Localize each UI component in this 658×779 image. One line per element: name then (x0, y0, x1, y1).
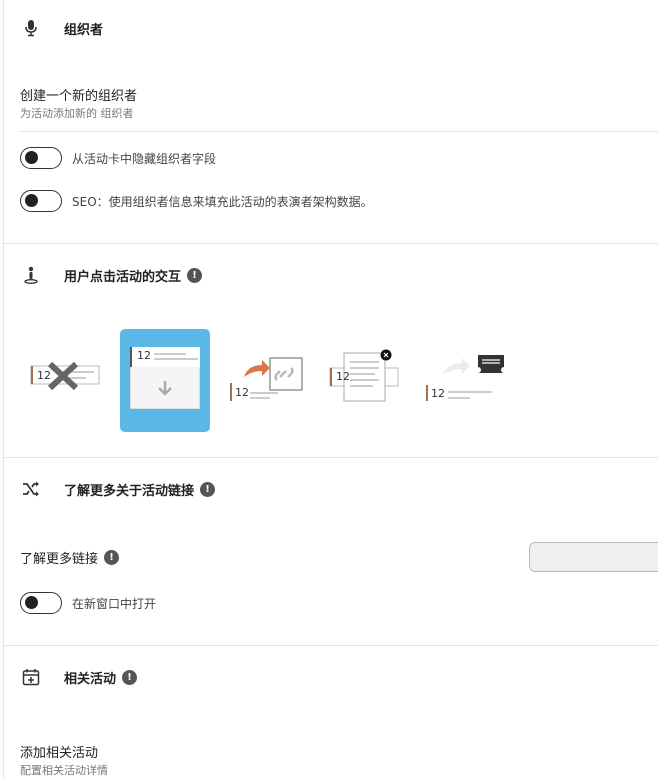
interaction-option-ticket[interactable]: 12 (424, 353, 508, 403)
seo-organizer-toggle[interactable] (20, 190, 62, 212)
section-divider (4, 457, 658, 458)
toggle-knob (25, 596, 38, 609)
interaction-section-header: 用户点击活动的交互 ! (20, 263, 203, 287)
interaction-option-none[interactable]: 12 (30, 361, 102, 391)
create-organizer-label: 创建一个新的组织者 (20, 89, 138, 104)
learn-more-link-input[interactable] (529, 542, 658, 572)
learn-more-title: 了解更多关于活动链接 (64, 483, 195, 499)
organizer-title: 组织者 (64, 22, 104, 38)
info-icon[interactable]: ! (122, 669, 138, 685)
hide-organizer-label: 从活动卡中隐藏组织者字段 (72, 152, 217, 166)
text-line (154, 358, 198, 360)
toggle-knob (25, 151, 38, 164)
option-number: 12 (137, 349, 151, 362)
option-number: 12 (336, 370, 350, 383)
microphone-icon (20, 17, 42, 39)
divider (20, 131, 658, 132)
arrow-down-icon (156, 379, 174, 401)
user-pin-icon (20, 264, 42, 286)
related-title: 相关活动 (64, 671, 117, 687)
card-header: 12 (130, 347, 200, 367)
toggle-knob (25, 194, 38, 207)
hide-organizer-toggle[interactable] (20, 147, 62, 169)
learn-more-section-header: 了解更多关于活动链接 ! (20, 477, 216, 501)
info-icon[interactable]: ! (104, 550, 120, 565)
seo-organizer-label: SEO：使用组织者信息来填充此活动的表演者架构数据。 (72, 195, 373, 209)
text-line (154, 353, 186, 355)
option-number: 12 (37, 369, 51, 382)
interaction-title: 用户点击活动的交互 (64, 269, 182, 285)
section-divider (4, 243, 658, 244)
create-organizer-sub: 为活动添加新的 组织者 (20, 107, 134, 120)
add-related-label: 添加相关活动 (20, 746, 99, 761)
open-new-window-label: 在新窗口中打开 (72, 597, 157, 611)
info-icon[interactable]: ! (187, 267, 203, 283)
option-number: 12 (235, 386, 249, 399)
shuffle-icon (20, 478, 42, 500)
calendar-plus-icon (20, 666, 42, 688)
settings-panel: 组织者 创建一个新的组织者 为活动添加新的 组织者 从活动卡中隐藏组织者字段 S… (3, 0, 658, 779)
interaction-option-link[interactable]: 12 (228, 355, 304, 403)
option-number: 12 (431, 387, 445, 400)
interaction-option-popup[interactable]: 12 (329, 349, 401, 403)
related-section-header: 相关活动 ! (20, 665, 138, 689)
organizer-section-header: 组织者 (20, 16, 103, 40)
learn-more-link-row: 了解更多链接 ! (20, 548, 120, 567)
add-related-sub: 配置相关活动详情 (20, 764, 108, 777)
learn-more-link-label: 了解更多链接 (20, 552, 99, 567)
open-new-window-toggle[interactable] (20, 592, 62, 614)
info-icon[interactable]: ! (200, 481, 216, 497)
interaction-option-expand[interactable]: 12 (120, 329, 210, 432)
section-divider (4, 645, 658, 646)
